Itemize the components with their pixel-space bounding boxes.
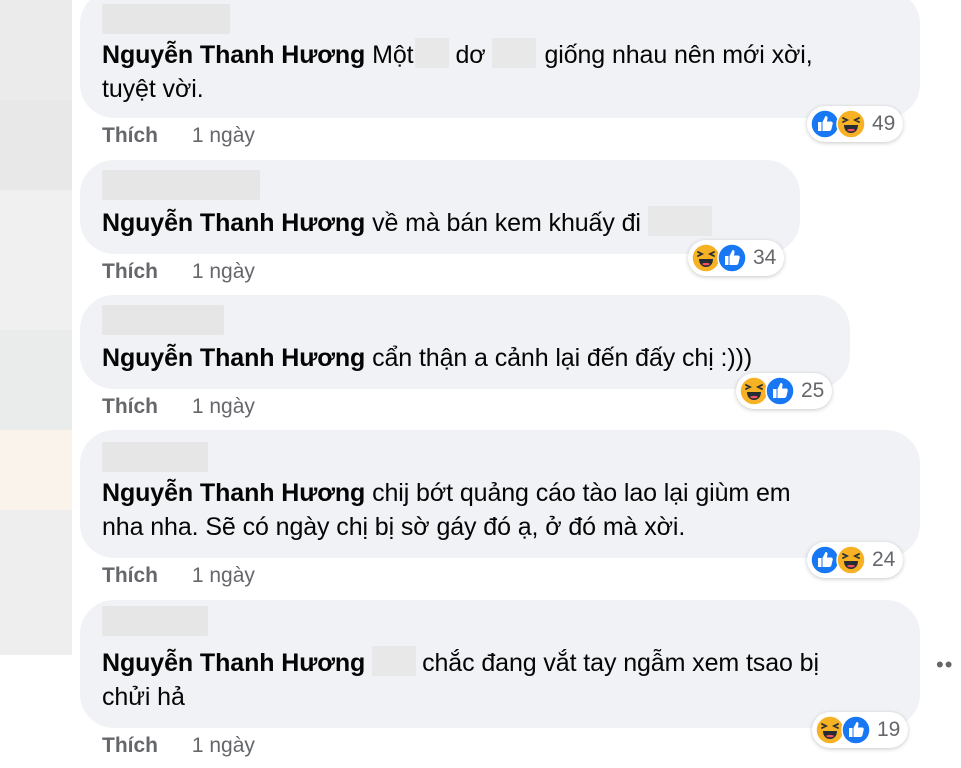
comment-bubble: Nguyễn Thanh Hương Một dơ giống nhau nên … xyxy=(80,0,920,118)
comment-author[interactable]: Nguyễn Thanh Hương xyxy=(102,41,365,69)
comment-author[interactable]: Nguyễn Thanh Hương xyxy=(102,479,365,507)
reaction-summary[interactable]: 34 xyxy=(688,240,785,276)
like-button[interactable]: Thích xyxy=(102,564,158,587)
comment-meta: Thích 1 ngày xyxy=(102,564,255,588)
comment-meta: Thích 1 ngày xyxy=(102,395,255,419)
comment-time[interactable]: 1 ngày xyxy=(192,395,255,418)
redacted-name xyxy=(102,4,230,34)
redacted-word xyxy=(492,38,537,68)
redacted-word xyxy=(372,646,417,676)
comment-meta: Thích 1 ngày xyxy=(102,124,255,148)
comment-meta: Thích 1 ngày xyxy=(102,260,255,284)
comment-text: Nguyễn Thanh Hương chắc đang vắt tay ngẫ… xyxy=(102,646,898,714)
reaction-count: 24 xyxy=(872,548,896,571)
reaction-summary[interactable]: 19 xyxy=(812,712,909,748)
comment-time[interactable]: 1 ngày xyxy=(192,734,255,757)
comment-text: Nguyễn Thanh Hương chij bớt quảng cáo tà… xyxy=(102,479,791,541)
like-button[interactable]: Thích xyxy=(102,734,158,757)
redacted-name xyxy=(102,442,208,472)
comment-meta: Thích 1 ngày xyxy=(102,734,255,758)
comment-3: Nguyễn Thanh Hương cẩn thận a cảnh lại đ… xyxy=(80,295,850,418)
redacted-name xyxy=(102,305,224,335)
comment-2: Nguyễn Thanh Hương về mà bán kem khuấy đ… xyxy=(80,160,800,283)
like-button[interactable]: Thích xyxy=(102,395,158,418)
reaction-count: 49 xyxy=(872,112,896,135)
reaction-summary[interactable]: 25 xyxy=(736,373,833,409)
redacted-name xyxy=(102,606,208,636)
comment-time[interactable]: 1 ngày xyxy=(192,260,255,283)
redacted-word xyxy=(647,206,712,236)
like-reaction-icon xyxy=(717,243,747,273)
comment-time[interactable]: 1 ngày xyxy=(192,564,255,587)
comment-author[interactable]: Nguyễn Thanh Hương xyxy=(102,344,365,372)
haha-reaction-icon xyxy=(836,545,866,575)
comment-bubble: Nguyễn Thanh Hương chij bớt quảng cáo tà… xyxy=(80,430,920,558)
like-reaction-icon xyxy=(765,376,795,406)
reaction-count: 25 xyxy=(801,379,825,402)
comment-text: Nguyễn Thanh Hương cẩn thận a cảnh lại đ… xyxy=(102,344,753,372)
comment-1: Nguyễn Thanh Hương Một dơ giống nhau nên … xyxy=(80,0,920,147)
like-button[interactable]: Thích xyxy=(102,124,158,147)
comment-text: Nguyễn Thanh Hương Một dơ giống nhau nên … xyxy=(102,38,898,106)
comment-time[interactable]: 1 ngày xyxy=(192,124,255,147)
comment-author[interactable]: Nguyễn Thanh Hương xyxy=(102,209,365,237)
haha-reaction-icon xyxy=(836,109,866,139)
like-reaction-icon xyxy=(841,715,871,745)
reaction-summary[interactable]: 24 xyxy=(807,542,904,578)
comment-bubble: Nguyễn Thanh Hương chắc đang vắt tay ngẫ… xyxy=(80,600,920,728)
comment-text: Nguyễn Thanh Hương về mà bán kem khuấy đ… xyxy=(102,206,778,240)
reaction-summary[interactable]: 49 xyxy=(807,106,904,142)
comment-4: Nguyễn Thanh Hương chij bớt quảng cáo tà… xyxy=(80,430,920,587)
redacted-word xyxy=(415,38,450,68)
comment-5: Nguyễn Thanh Hương chắc đang vắt tay ngẫ… xyxy=(80,600,920,757)
reaction-count: 19 xyxy=(877,718,901,741)
comment-author[interactable]: Nguyễn Thanh Hương xyxy=(102,649,365,677)
like-button[interactable]: Thích xyxy=(102,260,158,283)
left-side-blur xyxy=(0,0,72,655)
reaction-count: 34 xyxy=(753,246,777,269)
comment-bubble: Nguyễn Thanh Hương về mà bán kem khuấy đ… xyxy=(80,160,800,254)
comment-bubble: Nguyễn Thanh Hương cẩn thận a cảnh lại đ… xyxy=(80,295,850,389)
more-options-icon[interactable]: •• xyxy=(936,652,953,678)
redacted-name xyxy=(102,170,260,200)
